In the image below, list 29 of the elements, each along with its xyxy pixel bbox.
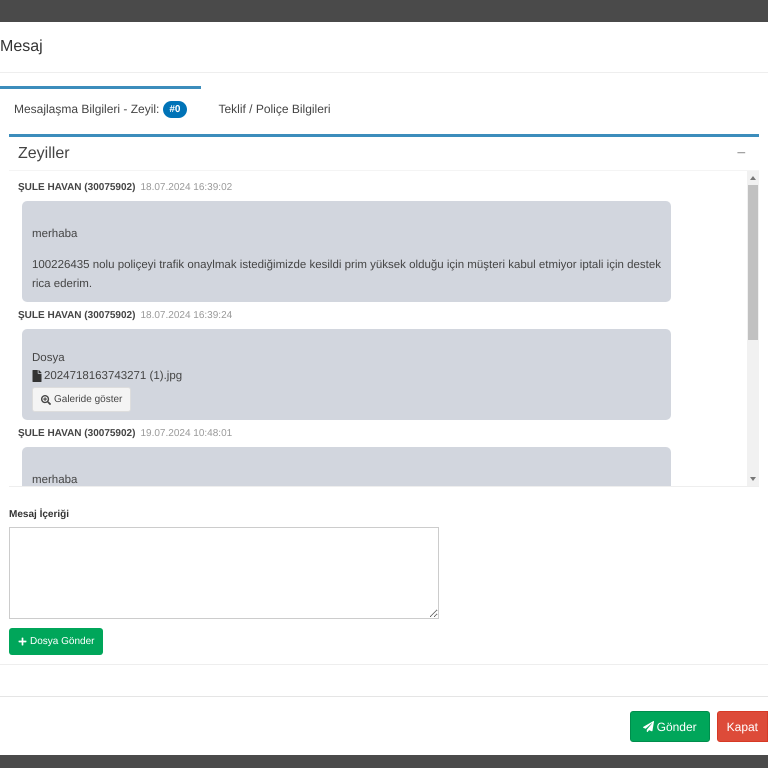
scroll-up-icon[interactable] bbox=[750, 176, 756, 180]
message-text: 100226435 nolu poliçeyi trafik onaylmak istediğimizde kesildi prim yüksek olduğu için müşteri kabul etmiyor iptali için destek rica ederim. bbox=[32, 258, 661, 292]
zoom-icon bbox=[41, 394, 51, 404]
attachment-heading: Dosya bbox=[32, 351, 65, 366]
modal-title: Mesaj bbox=[0, 37, 43, 57]
message-author: ŞULE HAVAN (30075902) bbox=[18, 427, 136, 441]
message-author: ŞULE HAVAN (30075902) bbox=[18, 181, 136, 195]
plus-icon bbox=[18, 637, 27, 646]
message-time: 18.07.2024 16:39:24 bbox=[140, 309, 232, 323]
message-author: ŞULE HAVAN (30075902) bbox=[18, 309, 136, 323]
upload-button[interactable]: Dosya Gönder bbox=[9, 628, 104, 655]
message-text: merhaba bbox=[32, 473, 78, 486]
file-icon bbox=[32, 370, 42, 382]
collapse-button[interactable]: − bbox=[732, 142, 750, 166]
gallery-button[interactable]: Galeride göster bbox=[32, 387, 132, 412]
message-time: 18.07.2024 16:39:02 bbox=[140, 181, 232, 195]
count-badge: #0 bbox=[163, 100, 186, 118]
send-icon bbox=[642, 721, 654, 732]
message-text: merhaba bbox=[32, 227, 78, 242]
scroll-down-icon[interactable] bbox=[750, 477, 756, 481]
field-label: Mesaj İçeriği bbox=[9, 507, 70, 522]
close-button[interactable]: Kapat bbox=[716, 711, 768, 742]
message-time: 19.07.2024 10:48:01 bbox=[140, 427, 232, 441]
tab[interactable]: Teklif / Poliçe Bilgileri bbox=[200, 86, 349, 129]
scrollbar[interactable] bbox=[747, 171, 759, 486]
panel-title: Zeyiller bbox=[18, 144, 70, 164]
message-input[interactable] bbox=[9, 527, 439, 619]
send-button[interactable]: Gönder bbox=[630, 711, 710, 742]
file-name: 2024718163743271 (1).jpg bbox=[44, 369, 182, 384]
